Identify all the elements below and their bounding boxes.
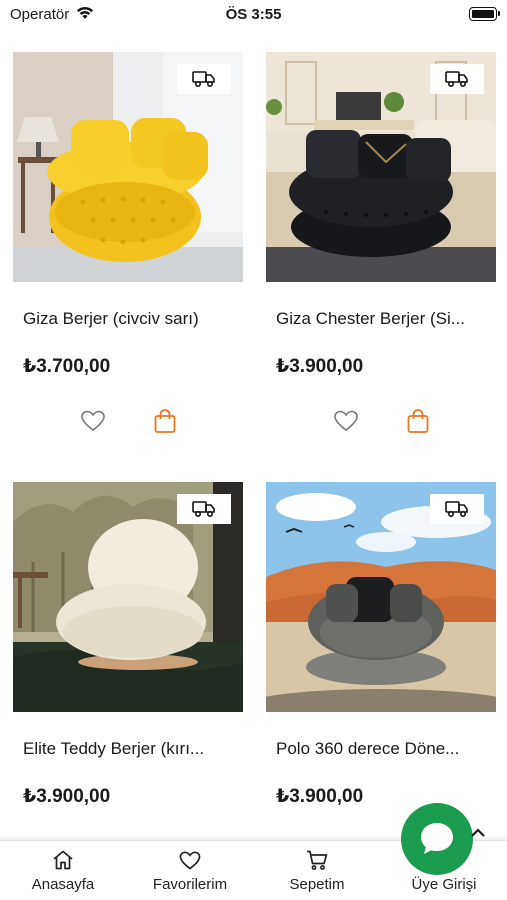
product-name[interactable]: Polo 360 derece Döne... [276, 739, 488, 759]
battery-icon [469, 7, 500, 21]
nav-item-favorites[interactable]: Favorilerim [127, 841, 253, 900]
product-price: ₺3.900,00 [276, 356, 364, 377]
truck-icon [445, 501, 468, 518]
scroll-to-top-button[interactable] [467, 822, 489, 844]
chat-button[interactable] [401, 803, 473, 875]
chat-bubble-icon [421, 823, 453, 854]
nav-label: Favorilerim [152, 876, 228, 893]
truck-icon [192, 501, 215, 518]
nav-label: Sepetim [289, 876, 345, 893]
product-image-yellow-armchair[interactable] [13, 52, 243, 282]
heart-icon [179, 851, 201, 870]
clock: ÖS 3:55 [225, 6, 282, 23]
nav-item-home[interactable]: Anasayfa [0, 841, 126, 900]
product-name[interactable]: Giza Berjer (civciv sarı) [23, 309, 235, 329]
shipping-badge [430, 64, 484, 94]
add-to-cart-button[interactable] [404, 407, 432, 435]
product-name[interactable]: Giza Chester Berjer (Si... [276, 309, 488, 329]
shopping-bag-icon [407, 409, 429, 433]
product-image-black-chester-armchair[interactable] [266, 52, 496, 282]
shipping-badge [177, 64, 231, 94]
product-image-grey-swivel-armchair[interactable] [266, 482, 496, 712]
chevron-up-icon [471, 828, 485, 837]
shopping-bag-icon [154, 409, 176, 433]
home-icon [53, 850, 73, 870]
truck-icon [192, 71, 215, 88]
nav-label: Anasayfa [31, 876, 95, 893]
shipping-badge [430, 494, 484, 524]
truck-icon [445, 71, 468, 88]
product-actions [332, 407, 432, 435]
nav-item-cart[interactable]: Sepetim [254, 841, 380, 900]
heart-icon [334, 410, 358, 432]
product-actions [79, 407, 179, 435]
product-price: ₺3.900,00 [23, 786, 111, 807]
nav-label: Üye Girişi [411, 876, 477, 893]
product-name[interactable]: Elite Teddy Berjer (kırı... [23, 739, 235, 759]
cart-icon [307, 850, 328, 870]
favorite-button[interactable] [332, 407, 360, 435]
product-price: ₺3.900,00 [276, 786, 364, 807]
product-image-cream-teddy-armchair[interactable] [13, 482, 243, 712]
shipping-badge [177, 494, 231, 524]
status-bar: Operatör ÖS 3:55 [0, 0, 507, 30]
product-price: ₺3.700,00 [23, 356, 111, 377]
add-to-cart-button[interactable] [151, 407, 179, 435]
heart-icon [81, 410, 105, 432]
favorite-button[interactable] [79, 407, 107, 435]
